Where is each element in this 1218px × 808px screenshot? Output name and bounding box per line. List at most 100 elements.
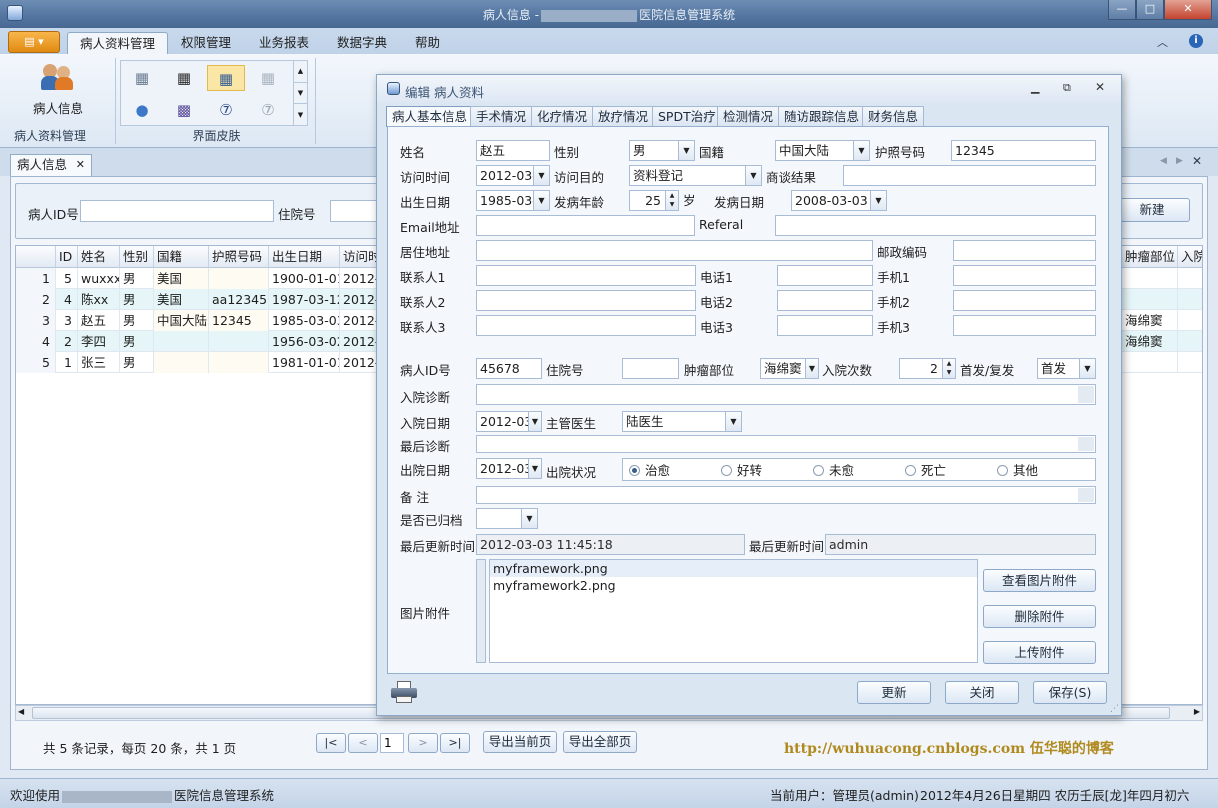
phone1-field[interactable] [777,265,873,286]
printer-icon[interactable] [391,681,417,703]
admission-no-field[interactable] [622,358,679,379]
radio-improved[interactable]: 好转 [721,461,762,480]
phone3-field[interactable] [777,315,873,336]
dialog-tab-radio[interactable]: 放疗情况 [592,106,655,126]
skin-blue-grid-icon[interactable]: ▦ [207,65,245,91]
patient-id-search-input[interactable] [80,200,274,222]
attachment-list-scrollbar[interactable] [476,559,486,663]
archived-select[interactable]: ▼ [476,508,538,529]
dialog-restore-button[interactable]: ⧉ [1063,81,1071,95]
ribbon-collapse-icon[interactable]: ︿ [1157,34,1168,50]
first-relapse-select[interactable]: 首发 ▼ [1037,358,1096,379]
new-button[interactable]: 新建 [1114,198,1190,222]
skin-dark-grid-icon[interactable]: ▦ [165,65,203,91]
mobile3-field[interactable] [953,315,1096,336]
dialog-minimize-button[interactable]: ▁ [1031,81,1039,94]
application-menu-button[interactable]: ▤ ▾ [8,31,60,53]
save-button[interactable]: 保存(S) [1033,681,1107,704]
dialog-tab-followup[interactable]: 随访跟踪信息 [778,106,866,126]
remark-memo[interactable] [476,486,1096,504]
grid-header-nation[interactable]: 国籍 [154,246,209,268]
chevron-down-icon[interactable]: ▼ [853,141,869,160]
first-page-button[interactable]: |< [316,733,346,753]
tab-close-icon[interactable]: ✕ [76,155,85,175]
export-current-page-button[interactable]: 导出当前页 [483,731,557,753]
update-button[interactable]: 更新 [857,681,931,704]
gallery-scroll-down-icon[interactable]: ▼ [293,82,307,103]
minimize-button[interactable]: — [1108,0,1136,20]
chevron-down-icon[interactable]: ▼ [870,191,886,210]
skin-mosaic-icon[interactable]: ▩ [165,97,203,123]
chevron-down-icon[interactable]: ▼ [533,191,549,210]
result-field[interactable] [843,165,1096,186]
email-field[interactable] [476,215,695,236]
export-all-pages-button[interactable]: 导出全部页 [563,731,637,753]
chevron-down-icon[interactable]: ▼ [533,166,549,185]
resize-grip-icon[interactable]: ⋰ [1110,704,1119,714]
sex-select[interactable]: 男 ▼ [629,140,695,161]
dialog-tab-spdt[interactable]: SPDT治疗 [652,106,722,126]
chevron-down-icon[interactable]: ▼ [745,166,761,185]
upload-attachment-button[interactable]: 上传附件 [983,641,1096,664]
doctor-select[interactable]: 陆医生 ▼ [622,411,742,432]
contact3-field[interactable] [476,315,696,336]
skin-silver-grid-icon[interactable]: ▦ [249,65,287,91]
admission-no-search-input[interactable] [330,200,380,222]
dialog-tab-surgery[interactable]: 手术情况 [470,106,533,126]
skin-seven-blue-icon[interactable]: ⑦ [207,97,245,123]
spin-arrows-icon[interactable]: ▲ ▼ [942,359,955,378]
patient-info-button[interactable]: 病人信息 [26,62,90,116]
passport-field[interactable]: 12345 [951,140,1096,161]
chevron-down-icon[interactable]: ▼ [725,412,741,431]
birth-date[interactable]: 1985-03- ▼ [476,190,550,211]
scroll-left-arrow-icon[interactable]: ◀ [18,707,24,716]
memo-scrollbar[interactable] [1078,386,1094,403]
visit-purpose-select[interactable]: 资料登记 ▼ [629,165,762,186]
prev-page-button[interactable]: < [348,733,378,753]
dialog-tab-tests[interactable]: 检测情况 [717,106,780,126]
visit-time-date[interactable]: 2012-03-(▼ [476,165,550,186]
chevron-down-icon[interactable]: ▼ [805,359,818,378]
chevron-down-icon[interactable]: ▼ [521,509,537,528]
list-item[interactable]: myframework.png [490,560,977,577]
radio-not-cured[interactable]: 未愈 [813,461,854,480]
grid-header-passport[interactable]: 护照号码 [209,246,269,268]
dialog-tab-chemo[interactable]: 化疗情况 [531,106,594,126]
grid-header-admit[interactable]: 入院 [1178,246,1202,268]
grid-header-sex[interactable]: 性别 [120,246,154,268]
scroll-right-arrow-icon[interactable]: ▶ [1194,707,1200,716]
radio-died[interactable]: 死亡 [905,461,946,480]
contact2-field[interactable] [476,290,696,311]
radio-other[interactable]: 其他 [997,461,1038,480]
memo-scrollbar[interactable] [1078,488,1094,502]
skin-seven-gray-icon[interactable]: ⑦ [249,97,287,123]
zip-field[interactable] [953,240,1096,261]
tab-help[interactable]: 帮助 [403,32,452,54]
list-item[interactable]: myframework2.png [490,577,977,594]
admit-date[interactable]: 2012-03 ▼ [476,411,542,432]
dialog-tab-basic-info[interactable]: 病人基本信息 [386,106,474,127]
onset-date[interactable]: 2008-03-03 ▼ [791,190,887,211]
last-page-button[interactable]: >| [440,733,470,753]
contact1-field[interactable] [476,265,696,286]
next-page-button[interactable]: > [408,733,438,753]
last-diagnosis-memo[interactable] [476,435,1096,453]
maximize-button[interactable]: □ [1136,0,1164,20]
chevron-down-icon[interactable]: ▼ [528,412,541,431]
grid-header-tumor[interactable]: 肿瘤部位 [1122,246,1178,268]
grid-header-birth[interactable]: 出生日期 [269,246,340,268]
gallery-scroll-up-icon[interactable]: ▲ [293,61,307,82]
chevron-down-icon[interactable]: ▼ [528,459,541,478]
admit-diagnosis-memo[interactable] [476,384,1096,405]
skin-gray-grid-icon[interactable]: ▦ [123,65,161,91]
tab-data-dictionary[interactable]: 数据字典 [325,32,399,54]
grid-header-visit[interactable]: 访问时 [340,246,380,268]
tumor-select[interactable]: 海绵窦 ▼ [760,358,819,379]
spin-arrows-icon[interactable]: ▲ ▼ [665,191,678,210]
phone2-field[interactable] [777,290,873,311]
onset-age-spinner[interactable]: 25 ▲ ▼ [629,190,679,211]
mobile2-field[interactable] [953,290,1096,311]
delete-attachment-button[interactable]: 删除附件 [983,605,1096,628]
tab-scroll-left-icon[interactable]: ◀ [1160,156,1167,166]
discharge-date[interactable]: 2012-03 ▼ [476,458,542,479]
